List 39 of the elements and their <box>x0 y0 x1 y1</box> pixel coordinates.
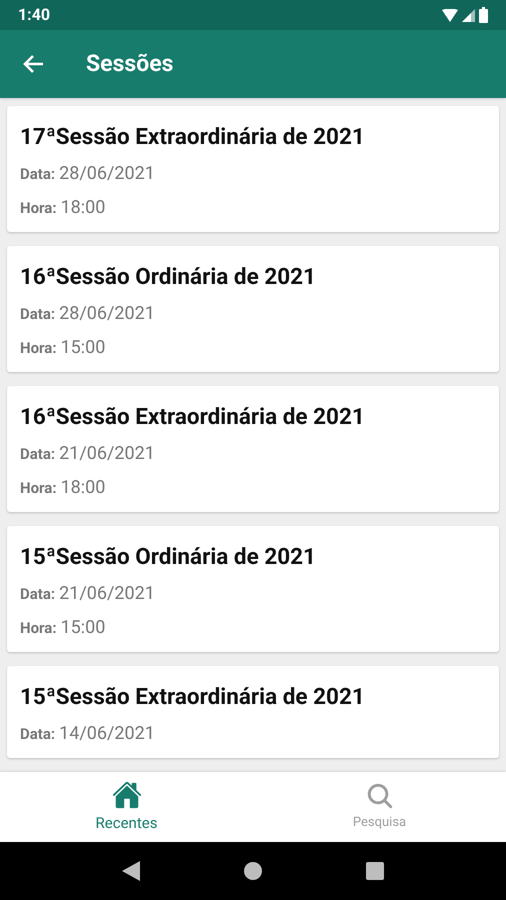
time-label: Hora: <box>20 618 57 639</box>
date-label: Data: <box>20 724 56 745</box>
date-value: 21/06/2021 <box>59 582 155 606</box>
date-label: Data: <box>20 584 56 605</box>
screen-title: Sessões <box>86 48 174 79</box>
date-value: 21/06/2021 <box>59 442 155 466</box>
session-card[interactable]: 15ªSessão Ordinária de 2021 Data: 21/06/2021 Hora: 15:00 <box>7 526 499 652</box>
date-label: Data: <box>20 444 56 465</box>
time-label: Hora: <box>20 198 57 219</box>
nav-tab[interactable]: Recentes <box>0 772 253 842</box>
status-time: 1:40 <box>18 4 50 26</box>
session-title: 15ªSessão Ordinária de 2021 <box>20 543 317 572</box>
date-value: 28/06/2021 <box>59 162 155 186</box>
time-label: Hora: <box>20 478 57 499</box>
home-circle-icon[interactable] <box>244 862 262 880</box>
time-value: 18:00 <box>60 196 106 220</box>
session-card[interactable]: 15ªSessão Extraordinária de 2021 Data: 14/06/2021 <box>7 666 499 758</box>
time-value: 15:00 <box>60 336 106 360</box>
session-card[interactable]: 16ªSessão Extraordinária de 2021 Data: 21/06/2021 Hora: 18:00 <box>7 386 499 512</box>
back-icon[interactable] <box>122 861 140 881</box>
time-label: Hora: <box>20 338 57 359</box>
session-title: 16ªSessão Extraordinária de 2021 <box>20 403 366 432</box>
date-label: Data: <box>20 164 56 185</box>
session-title: 15ªSessão Extraordinária de 2021 <box>20 683 366 712</box>
back-button[interactable] <box>22 54 44 74</box>
session-card[interactable]: 16ªSessão Ordinária de 2021 Data: 28/06/2021 Hora: 15:00 <box>7 246 499 372</box>
date-value: 28/06/2021 <box>59 302 155 326</box>
time-value: 15:00 <box>60 616 106 640</box>
date-label: Data: <box>20 304 56 325</box>
battery-icon <box>479 7 488 23</box>
date-value: 14/06/2021 <box>59 722 155 746</box>
session-title: 16ªSessão Ordinária de 2021 <box>20 263 317 292</box>
signal-icon <box>462 8 475 22</box>
home-icon <box>112 780 142 810</box>
time-value: 18:00 <box>60 476 106 500</box>
wifi-icon <box>442 8 458 22</box>
back-arrow-icon <box>22 54 44 74</box>
session-card[interactable]: 17ªSessão Extraordinária de 2021 Data: 28/06/2021 Hora: 18:00 <box>7 106 499 232</box>
session-title: 17ªSessão Extraordinária de 2021 <box>20 123 366 152</box>
